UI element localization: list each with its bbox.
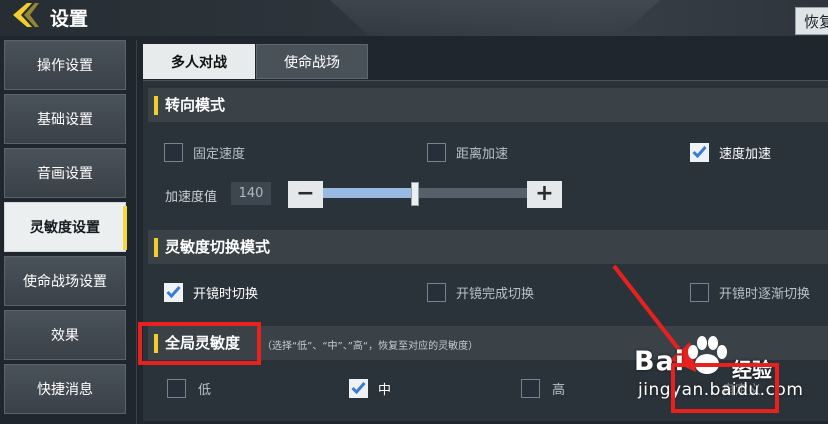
restore-button[interactable]: 恢复 [795, 7, 828, 35]
checkbox-checked[interactable] [349, 379, 368, 398]
sidebar-divider [136, 40, 137, 424]
option-switch-on-scope[interactable]: 开镜时切换 [164, 283, 258, 302]
sidebar-item-label: 基础设置 [37, 112, 93, 128]
accel-value-field[interactable]: 140 [231, 182, 271, 205]
option-label: 低 [198, 383, 212, 398]
option-low[interactable]: 低 [167, 379, 211, 398]
decrease-button[interactable]: − [288, 181, 323, 208]
sidebar-item-label: 操作设置 [37, 58, 93, 74]
page-title: 设置 [50, 8, 89, 30]
accel-slider[interactable] [323, 182, 527, 206]
checkbox[interactable] [427, 283, 446, 302]
slider-fill [323, 188, 415, 198]
back-button[interactable] [6, 3, 46, 31]
back-arrow-icon [11, 1, 41, 33]
accel-value-label: 加速度值 [165, 190, 218, 205]
tab-multiplayer[interactable]: 多人对战 [143, 44, 255, 79]
minus-icon: − [296, 181, 315, 206]
option-high[interactable]: 高 [521, 379, 565, 398]
sidebar-item-label: 效果 [51, 328, 79, 344]
option-label: 高 [552, 383, 566, 398]
checkbox-checked[interactable] [164, 283, 183, 302]
sidebar-item-battle-royale[interactable]: 使命战场设置 [4, 256, 126, 306]
option-speed-accel[interactable]: 速度加速 [690, 143, 771, 162]
option-switch-after-scope[interactable]: 开镜完成切换 [427, 283, 534, 302]
checkmark-icon [166, 283, 181, 302]
section-header-turn-mode: 转向模式 [148, 88, 828, 122]
section-header-switch-mode: 灵敏度切换模式 [148, 230, 828, 264]
checkbox[interactable] [164, 143, 183, 162]
sidebar-item-label: 使命战场设置 [23, 274, 107, 290]
option-label: 速度加速 [719, 147, 772, 162]
option-label: 固定速度 [193, 147, 246, 162]
sidebar-item-label: 快捷消息 [37, 382, 93, 398]
option-label: 开镜时逐渐切换 [719, 287, 811, 302]
checkbox[interactable] [167, 379, 186, 398]
section-hint: （选择“低”、“中”、”高“，恢复至对应的灵敏度） [262, 341, 479, 352]
plus-icon: + [535, 181, 554, 206]
sidebar-item-label: 灵敏度设置 [30, 220, 100, 236]
section-accent-bar [154, 96, 158, 115]
slider-handle[interactable] [410, 182, 419, 206]
sidebar-item-quick-messages[interactable]: 快捷消息 [4, 364, 126, 414]
sidebar-item-effects[interactable]: 效果 [4, 310, 126, 360]
option-distance-accel[interactable]: 距离加速 [427, 143, 508, 162]
checkmark-icon [351, 379, 366, 398]
sidebar-item-audio-video[interactable]: 音画设置 [4, 148, 126, 198]
sidebar-item-label: 音画设置 [37, 166, 93, 182]
sidebar-item-controls[interactable]: 操作设置 [4, 40, 126, 90]
checkmark-icon [692, 143, 707, 162]
annotation-highlight-global [138, 322, 261, 365]
checkbox[interactable] [521, 379, 540, 398]
option-medium[interactable]: 中 [349, 379, 391, 398]
annotation-highlight-custom [671, 363, 779, 413]
top-bar [0, 0, 828, 36]
option-fixed-speed[interactable]: 固定速度 [164, 143, 245, 162]
checkbox[interactable] [427, 143, 446, 162]
checkbox-checked[interactable] [690, 143, 709, 162]
option-label: 中 [378, 383, 392, 398]
sidebar-item-basic[interactable]: 基础设置 [4, 94, 126, 144]
increase-button[interactable]: + [527, 181, 562, 208]
option-label: 开镜时切换 [193, 287, 259, 302]
option-label: 距离加速 [456, 147, 509, 162]
sidebar-item-sensitivity[interactable]: 灵敏度设置 [4, 202, 127, 252]
option-label: 开镜完成切换 [456, 287, 535, 302]
tab-battle-royale[interactable]: 使命战场 [256, 44, 368, 79]
header-decoration [330, 0, 660, 36]
section-title: 灵敏度切换模式 [165, 238, 271, 256]
section-title: 转向模式 [165, 96, 226, 114]
section-accent-bar [154, 238, 158, 257]
